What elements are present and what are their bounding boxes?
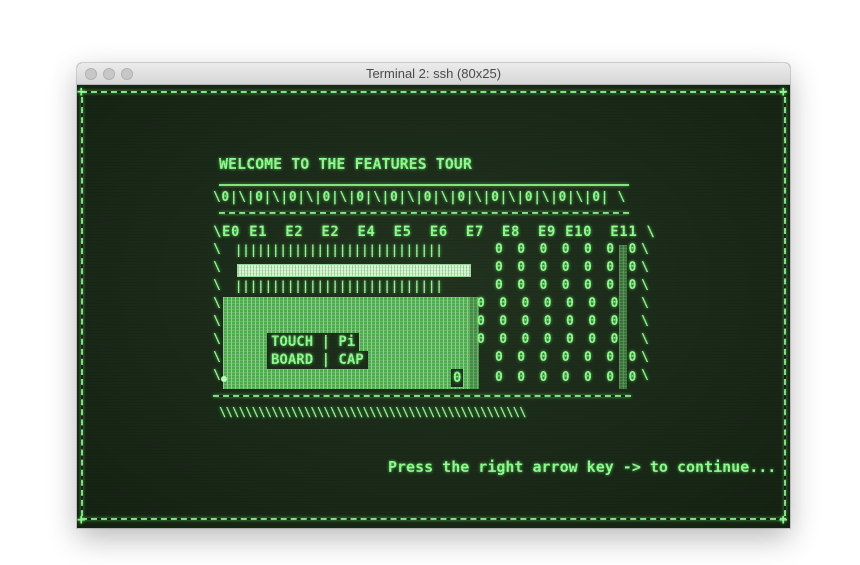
board-divider-rule [219,212,629,214]
board-label-line1: TOUCH | Pi [267,333,360,351]
mid-zero-label: 0 [451,369,464,387]
tour-heading: WELCOME TO THE FEATURES TOUR [219,155,472,173]
terminal-screen[interactable]: + + + + WELCOME TO THE FEATURES TOUR \0|… [77,85,790,528]
electrode-value-row-4: 0 0 0 0 0 0 0 [477,296,622,311]
board-top-rule [219,184,629,186]
board-right-edge: \ \ \ \ \ \ \ \ [641,242,649,383]
terminal-window: Terminal 2: ssh (80x25) + + + + WELCOME … [77,63,790,528]
frame-corner-tl: + [77,84,86,100]
frame-corner-br: + [779,512,788,528]
electrode-labels-row: \E0 E1 E2 E2 E4 E5 E6 E7 E8 E9 E10 E11 \ [213,224,656,240]
frame-left-border [81,97,83,516]
pin-row-2: |||||||||||||||||||||||||||| [235,279,443,293]
electrode-value-row-7: 0 0 0 0 0 0 0 [495,350,640,365]
electrode-value-row-6: 0 0 0 0 0 0 0 [477,332,622,347]
board-bottom-slashes: \\\\\\\\\\\\\\\\\\\\\\\\\\\\\\\\\\\\\\\\… [219,405,526,419]
frame-corner-tr: + [779,84,788,100]
board-label-line2: BOARD | CAP [267,351,368,369]
window-title: Terminal 2: ssh (80x25) [365,66,502,81]
continue-prompt: Press the right arrow key -> to continue… [388,458,777,476]
frame-top-border [81,91,786,93]
window-titlebar: Terminal 2: ssh (80x25) [77,63,790,85]
electrode-value-row-5: 0 0 0 0 0 0 0 [477,314,622,329]
electrode-value-row-3: 0 0 0 0 0 0 0 [495,278,640,293]
frame-right-border [784,97,786,516]
pin-row-1: |||||||||||||||||||||||||||| [235,243,443,257]
frame-bottom-border [81,518,786,520]
electrode-value-row-8: 0 0 0 0 0 0 0 [495,370,640,385]
board-left-edge: \ \ \ \ \ \ \ \ [213,242,221,383]
frame-corner-bl: + [77,512,86,528]
electrode-value-row-1: 0 0 0 0 0 0 0 [495,242,640,257]
electrode-value-row-2: 0 0 0 0 0 0 0 [495,260,640,275]
highlighted-strip [237,264,471,277]
electrode-pad-row: \0|\|0|\|0|\|0|\|0|\|0|\|0|\|0|\|0|\|0|\… [213,190,626,205]
status-dot [221,376,227,382]
board-bottom-rule [213,395,631,397]
board-right-strip [619,245,627,389]
